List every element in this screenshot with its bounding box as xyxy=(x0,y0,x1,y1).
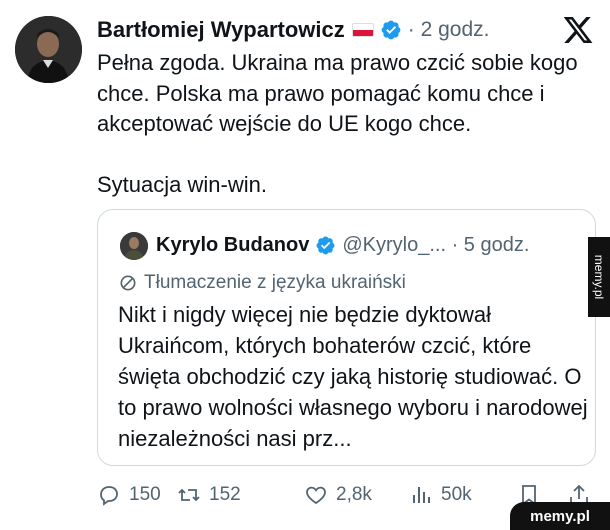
like-count: 2,8k xyxy=(336,484,372,505)
quote-author-avatar[interactable] xyxy=(120,232,148,260)
verified-badge-icon[interactable] xyxy=(380,19,402,41)
quote-author-name[interactable]: Kyrylo Budanov xyxy=(156,234,309,257)
author-name[interactable]: Bartłomiej Wypartowicz xyxy=(97,17,345,43)
corner-watermark-text: memy.pl xyxy=(530,507,590,525)
views-count: 50k xyxy=(441,484,472,505)
tweet-text: Pełna zgoda. Ukraina ma prawo czcić sobi… xyxy=(97,50,578,197)
quote-text: Nikt i nigdy więcej nie będzie dyktował … xyxy=(118,302,588,451)
tweet-timestamp[interactable]: · 2 godz. xyxy=(408,18,490,42)
translation-label: Tłumaczenie z języka ukraiński xyxy=(144,272,406,293)
tweet-header: Bartłomiej Wypartowicz · 2 godz. xyxy=(97,15,489,45)
corner-watermark: memy.pl xyxy=(510,502,610,530)
side-watermark: memy.pl xyxy=(588,237,610,317)
reply-icon xyxy=(100,486,118,506)
translation-notice[interactable]: Tłumaczenie z języka ukraiński xyxy=(118,270,406,296)
x-logo-icon[interactable] xyxy=(562,14,594,46)
author-avatar[interactable] xyxy=(15,16,82,83)
quote-avatar-image xyxy=(120,232,148,260)
quote-verified-badge-icon xyxy=(315,235,336,256)
quoted-tweet-card[interactable]: Kyrylo Budanov @Kyrylo_... · 5 godz. Tłu… xyxy=(97,209,596,466)
reply-count: 150 xyxy=(129,484,161,505)
repost-button[interactable]: 152 xyxy=(177,480,241,510)
quote-handle-timestamp[interactable]: @Kyrylo_... · 5 godz. xyxy=(342,234,529,257)
views-button[interactable]: 50k xyxy=(409,480,472,510)
like-button[interactable]: 2,8k xyxy=(304,480,372,510)
translate-icon xyxy=(118,273,138,293)
reply-button[interactable]: 150 xyxy=(97,480,161,510)
quote-header: Kyrylo Budanov @Kyrylo_... · 5 godz. xyxy=(156,230,529,260)
side-watermark-text: memy.pl xyxy=(592,254,607,300)
repost-count: 152 xyxy=(209,484,241,505)
repost-icon xyxy=(178,488,200,502)
author-avatar-image xyxy=(15,16,82,83)
like-icon xyxy=(306,486,326,505)
poland-flag-icon xyxy=(351,23,374,37)
views-icon xyxy=(413,487,430,503)
